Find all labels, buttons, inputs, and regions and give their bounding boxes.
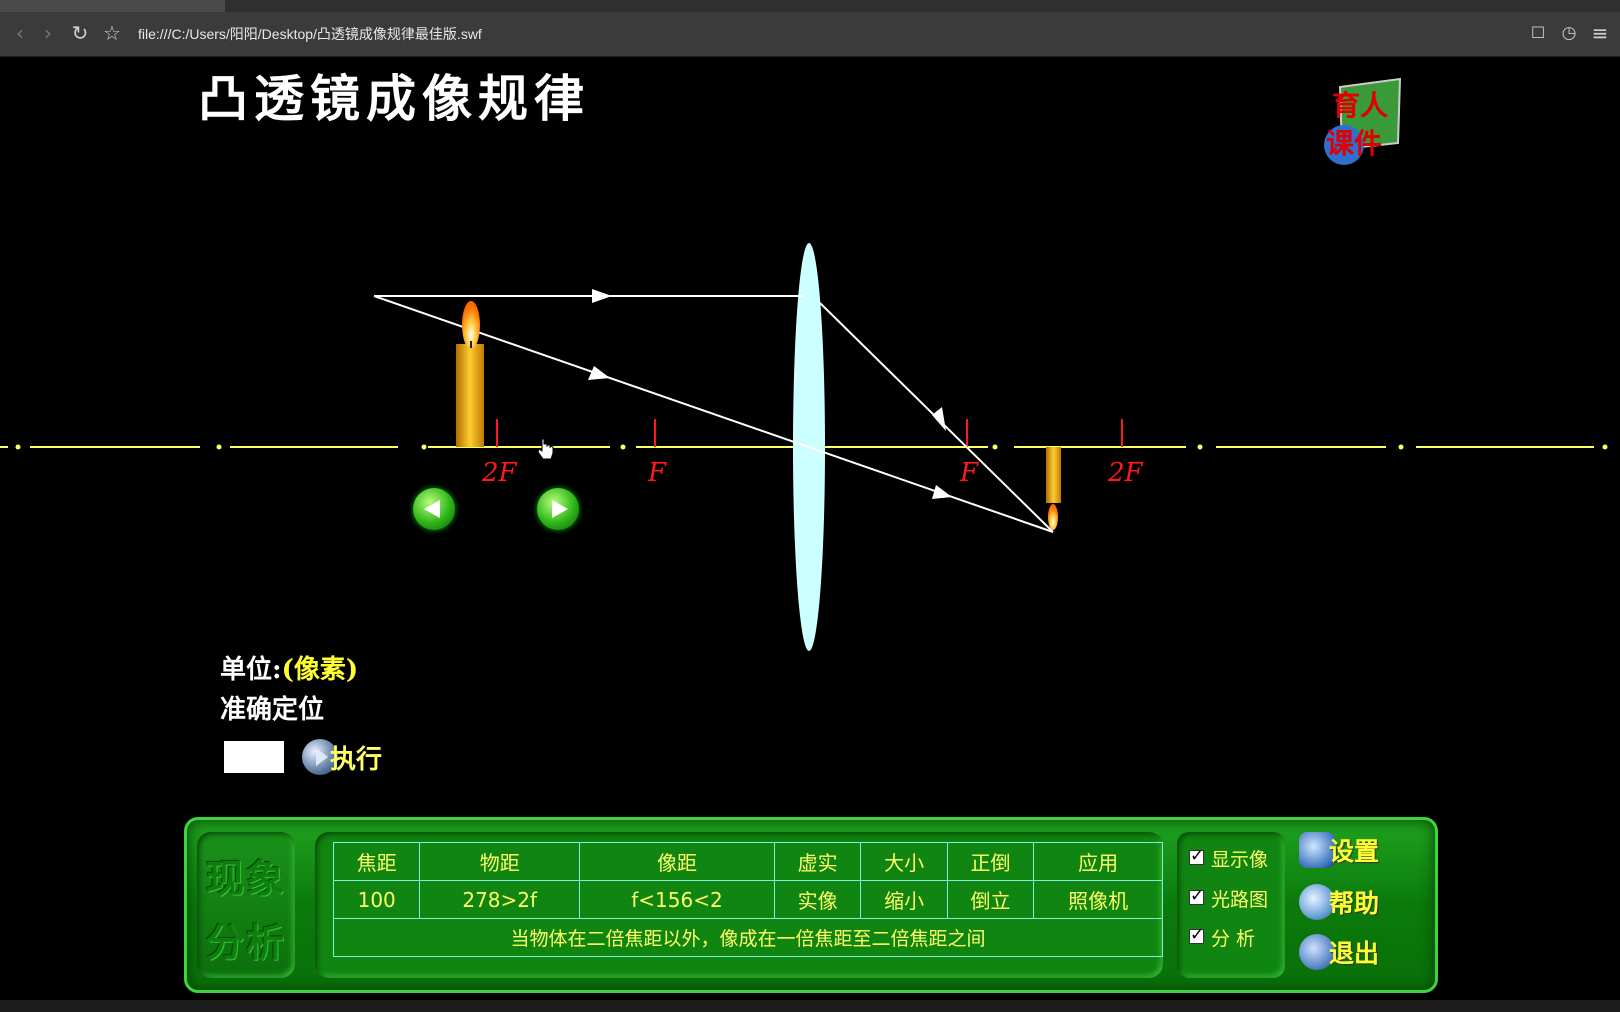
analysis-label: 分 析 (1211, 928, 1256, 950)
bookmark-star-icon[interactable]: ☆ (100, 21, 124, 45)
address-bar[interactable]: file:///C:/Users/阳阳/Desktop/凸透镜成像规律最佳版.s… (138, 24, 482, 44)
position-input[interactable] (224, 741, 284, 773)
result-table-container: 焦距 物距 像距 虚实 大小 正倒 应用 100 278>2f f<156<2 … (315, 832, 1163, 978)
show-image-label: 显示像 (1211, 849, 1269, 871)
value-cell: 278>2f (419, 880, 581, 919)
arrow-left-icon (424, 500, 440, 518)
panel-label: 现象 分析 (197, 832, 295, 978)
header-cell: 应用 (1033, 842, 1163, 881)
share-icon[interactable]: ☐ (1526, 21, 1550, 45)
history-icon[interactable]: ◷ (1557, 21, 1581, 45)
ray-diagram-checkbox[interactable]: 光路图 (1189, 884, 1285, 914)
value-cell: f<156<2 (579, 880, 775, 919)
panel-label-line1: 现象 (205, 856, 286, 901)
analysis-note: 当物体在二倍焦距以外，像成在一倍焦距至二倍焦距之间 (333, 918, 1163, 957)
flash-stage: 凸透镜成像规律 育人 课件 2F F F 2F 单位:(像素) 准确定位 执行 … (0, 57, 1620, 1000)
optics-diagram: 2F F F 2F (0, 243, 1620, 651)
analysis-panel: 现象 分析 焦距 物距 像距 虚实 大小 正倒 应用 100 278>2f f<… (184, 817, 1438, 993)
value-cell: 照像机 (1033, 880, 1163, 919)
candle-image (1046, 447, 1061, 530)
menu-icon[interactable]: ≡ (1588, 21, 1612, 45)
move-left-button[interactable] (413, 488, 455, 530)
header-cell: 物距 (419, 842, 581, 881)
header-cell: 焦距 (332, 842, 421, 881)
label-2f-left: 2F (481, 458, 518, 488)
cursor-hand-icon (537, 438, 554, 460)
checkbox-checked-icon[interactable] (1189, 885, 1204, 907)
browser-tab-strip (0, 0, 1620, 12)
help-label: 帮助 (1329, 889, 1380, 918)
execute-label: 执行 (330, 745, 383, 775)
reload-icon[interactable]: ↻ (68, 21, 92, 45)
help-button[interactable]: 帮助 (1299, 882, 1409, 922)
value-cell: 实像 (773, 880, 862, 919)
candle-object (456, 301, 484, 447)
analysis-checkbox[interactable]: 分 析 (1189, 923, 1285, 953)
exit-label: 退出 (1329, 939, 1380, 968)
header-cell: 大小 (860, 842, 948, 881)
locate-label: 准确定位 (220, 695, 325, 725)
move-right-button[interactable] (537, 488, 579, 530)
panel-label-line2: 分析 (205, 920, 286, 965)
settings-button[interactable]: 设置 (1299, 830, 1409, 870)
unit-label: 单位:(像素) (220, 649, 358, 686)
value-cell: 缩小 (860, 880, 948, 919)
header-cell: 像距 (579, 842, 775, 881)
ray-diagram-label: 光路图 (1211, 889, 1269, 911)
back-icon[interactable]: ‹ (8, 21, 32, 45)
header-cell: 正倒 (946, 842, 1035, 881)
value-cell: 100 (332, 880, 421, 919)
result-table: 焦距 物距 像距 虚实 大小 正倒 应用 100 278>2f f<156<2 … (332, 842, 1163, 957)
header-cell: 虚实 (773, 842, 862, 881)
options-group: 显示像 光路图 分 析 (1177, 832, 1285, 978)
label-f-left: F (647, 458, 667, 488)
browser-toolbar: ‹ › ↻ ☆ file:///C:/Users/阳阳/Desktop/凸透镜成… (0, 12, 1620, 57)
show-image-checkbox[interactable]: 显示像 (1189, 844, 1285, 874)
os-taskbar (0, 1000, 1620, 1012)
unit-value: (像素) (281, 655, 359, 685)
table-row: 100 278>2f f<156<2 实像 缩小 倒立 照像机 (332, 880, 1163, 919)
exit-button[interactable]: 退出 (1299, 932, 1409, 972)
forward-icon[interactable]: › (36, 21, 60, 45)
settings-label: 设置 (1329, 837, 1380, 866)
ray-arrows (588, 289, 952, 499)
arrow-right-icon (552, 500, 568, 518)
label-f-right: F (959, 458, 979, 488)
checkbox-checked-icon[interactable] (1189, 845, 1204, 867)
unit-text: 单位: (220, 655, 282, 685)
checkbox-checked-icon[interactable] (1189, 924, 1204, 946)
table-header-row: 焦距 物距 像距 虚实 大小 正倒 应用 (332, 842, 1163, 881)
label-2f-right: 2F (1107, 458, 1144, 488)
value-cell: 倒立 (946, 880, 1035, 919)
table-note-row: 当物体在二倍焦距以外，像成在一倍焦距至二倍焦距之间 (333, 918, 1163, 957)
browser-tab[interactable] (0, 0, 225, 12)
